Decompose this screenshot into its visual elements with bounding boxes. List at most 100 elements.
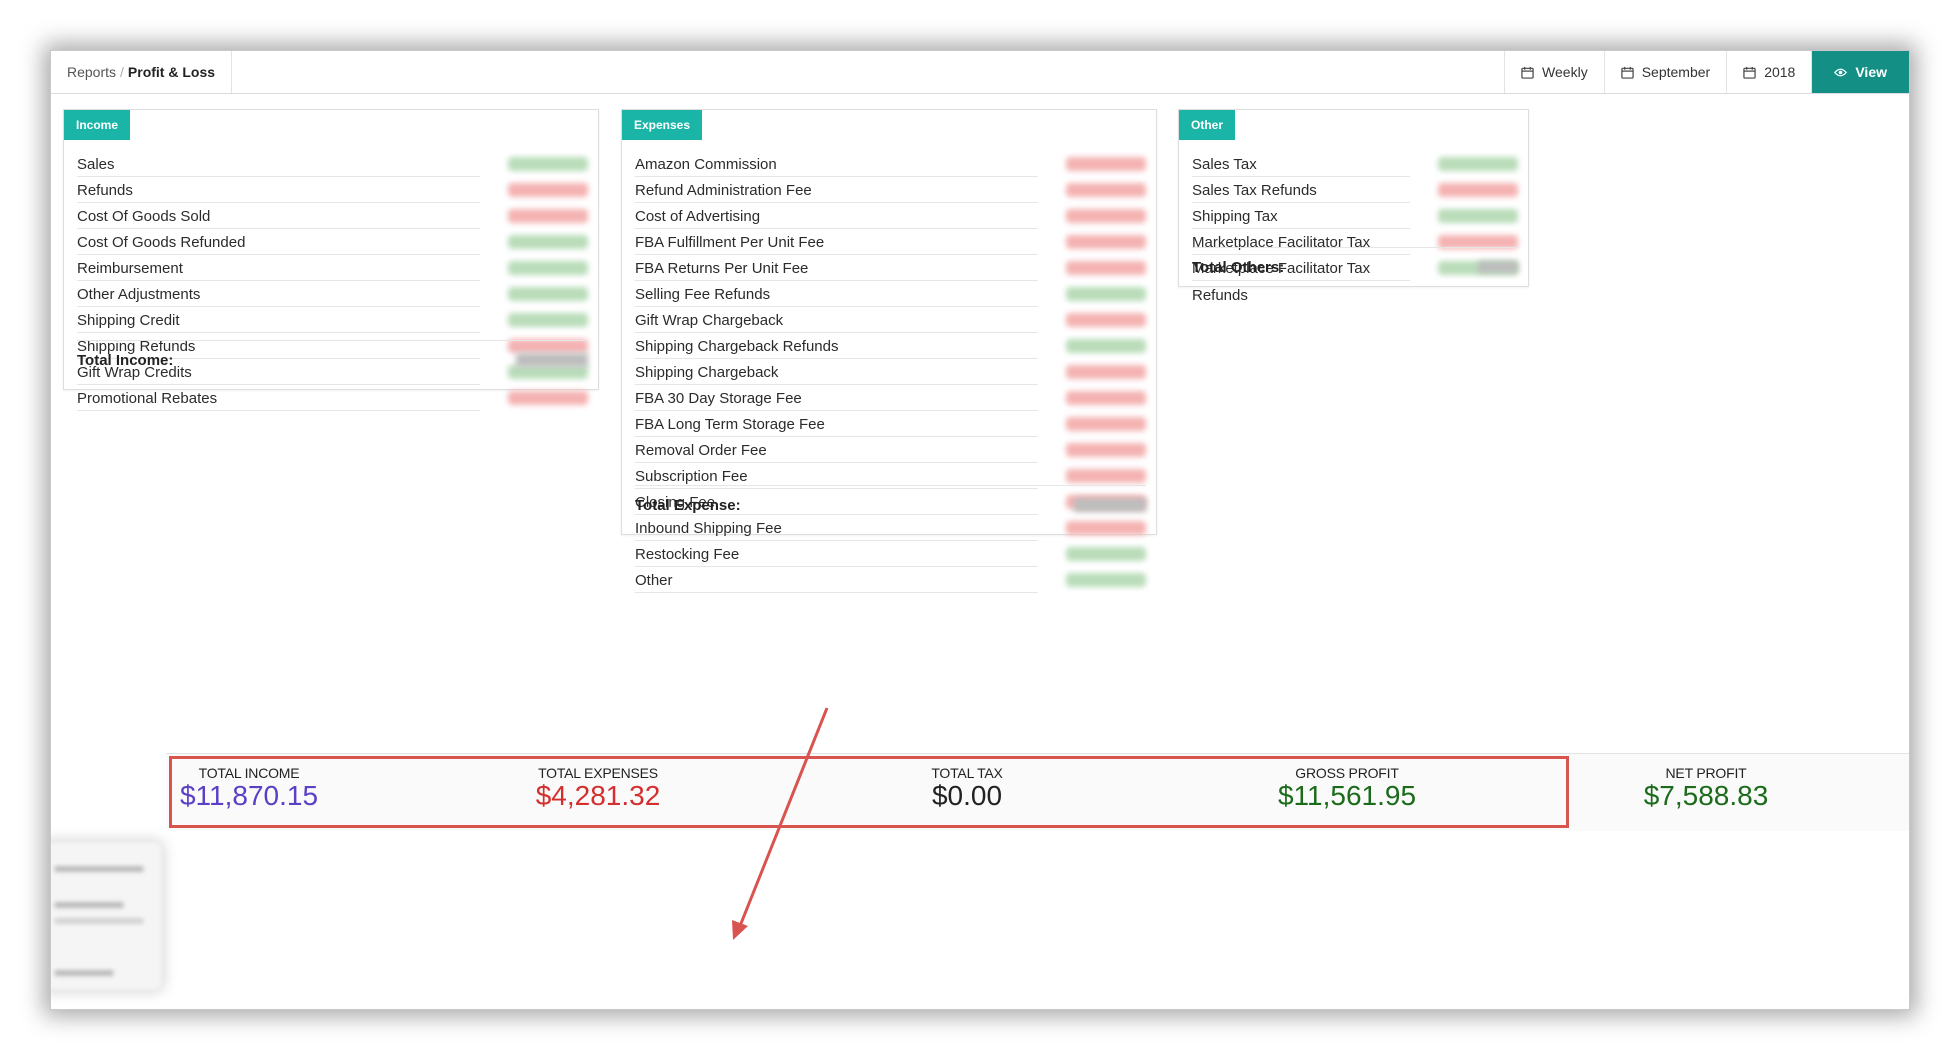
list-item-label: Refunds xyxy=(77,177,480,203)
total-expenses-stat-label: TOTAL EXPENSES xyxy=(538,765,658,781)
list-item: Gift Wrap Chargeback xyxy=(635,307,1146,333)
list-item: Reimbursement xyxy=(77,255,588,281)
total-income-stat-label: TOTAL INCOME xyxy=(198,765,300,781)
list-item: Cost of Advertising xyxy=(635,203,1146,229)
list-item-value-redacted xyxy=(508,183,588,197)
list-item-label: Shipping Credit xyxy=(77,307,480,333)
year-label: 2018 xyxy=(1764,64,1796,80)
list-item: Other Adjustments xyxy=(77,281,588,307)
list-item: Refund Administration Fee xyxy=(635,177,1146,203)
total-expense-value xyxy=(1074,498,1146,512)
breadcrumb: Reports / Profit & Loss xyxy=(51,51,233,93)
list-item: Marketplace Facilitator Tax xyxy=(1192,229,1518,255)
list-item-value-redacted xyxy=(1066,521,1146,535)
calendar-icon xyxy=(1621,66,1634,79)
breadcrumb-reports-link[interactable]: Reports xyxy=(67,64,116,80)
list-item-value-redacted xyxy=(1066,469,1146,483)
list-item: Cost Of Goods Refunded xyxy=(77,229,588,255)
report-toolbar: Weekly September 2018 View xyxy=(1504,51,1909,93)
list-item-label: Amazon Commission xyxy=(635,151,1038,177)
net-profit-stat: NET PROFIT $7,588.83 xyxy=(1631,765,1781,811)
month-selector[interactable]: September xyxy=(1603,51,1727,93)
list-item-value-redacted xyxy=(1066,573,1146,587)
list-item-value-redacted xyxy=(1066,417,1146,431)
list-item-label: Restocking Fee xyxy=(635,541,1038,567)
list-item-label: Gift Wrap Chargeback xyxy=(635,307,1038,333)
expenses-tag: Expenses xyxy=(622,110,703,140)
top-bar: Reports / Profit & Loss Weekly September… xyxy=(51,51,1909,94)
list-item-label: Marketplace Facilitator Tax xyxy=(1192,229,1410,255)
list-item-label: Cost of Advertising xyxy=(635,203,1038,229)
income-tag: Income xyxy=(64,110,131,140)
total-income-row: Total Income: xyxy=(77,340,588,374)
list-item-label: FBA Fulfillment Per Unit Fee xyxy=(635,229,1038,255)
other-panel: Other Sales Tax Sales Tax Refunds Shipping… xyxy=(1178,109,1529,304)
list-item-value-redacted xyxy=(1066,365,1146,379)
total-income-stat-value: $11,870.15 xyxy=(179,780,319,811)
list-item-value-redacted xyxy=(508,391,588,405)
list-item-value-redacted xyxy=(1066,157,1146,171)
total-others-row: Total Others: xyxy=(1192,247,1518,281)
list-item: FBA Fulfillment Per Unit Fee xyxy=(635,229,1146,255)
list-item-label: Removal Order Fee xyxy=(635,437,1038,463)
calendar-icon xyxy=(1521,66,1534,79)
list-item-value-redacted xyxy=(508,235,588,249)
list-item: Other xyxy=(635,567,1146,593)
net-profit-stat-value: $7,588.83 xyxy=(1643,780,1769,811)
list-item-label: Refund Administration Fee xyxy=(635,177,1038,203)
expenses-list: Amazon Commission Refund Administration F… xyxy=(635,151,1146,593)
total-others-value xyxy=(1478,261,1518,273)
income-panel: Income Sales Refunds Cost Of Goods Sold Cos… xyxy=(63,109,599,411)
list-item: Shipping Credit xyxy=(77,307,588,333)
list-item-value-redacted xyxy=(1066,235,1146,249)
list-item: Promotional Rebates xyxy=(77,385,588,411)
month-label: September xyxy=(1641,64,1711,80)
total-tax-stat-label: TOTAL TAX xyxy=(931,765,1003,781)
net-profit-stat-label: NET PROFIT xyxy=(1665,765,1747,781)
list-item: Sales Tax Refunds xyxy=(1192,177,1518,203)
breadcrumb-current: Profit & Loss xyxy=(127,64,216,80)
divider xyxy=(635,485,1146,486)
calendar-icon xyxy=(1743,66,1756,79)
list-item-label: Cost Of Goods Sold xyxy=(77,203,480,229)
list-item: Sales Tax xyxy=(1192,151,1518,177)
period-label: Weekly xyxy=(1542,64,1588,80)
list-item-value-redacted xyxy=(508,287,588,301)
list-item-label: FBA Long Term Storage Fee xyxy=(635,411,1038,437)
app-window: Reports / Profit & Loss Weekly September… xyxy=(50,50,1910,1010)
list-item-value-redacted xyxy=(508,157,588,171)
total-income-value xyxy=(516,353,588,367)
list-item-value-redacted xyxy=(1438,157,1518,171)
list-item-label: Cost Of Goods Refunded xyxy=(77,229,480,255)
list-item: Restocking Fee xyxy=(635,541,1146,567)
other-tag: Other xyxy=(1179,110,1236,140)
divider xyxy=(77,340,588,341)
gross-profit-stat-value: $11,561.95 xyxy=(1277,780,1417,811)
list-item-label: Promotional Rebates xyxy=(77,385,480,411)
year-selector[interactable]: 2018 xyxy=(1726,51,1812,93)
list-item-value-redacted xyxy=(1066,443,1146,457)
period-selector[interactable]: Weekly xyxy=(1504,51,1604,93)
list-item: Shipping Tax xyxy=(1192,203,1518,229)
list-item-value-redacted xyxy=(508,313,588,327)
list-item: Shipping Chargeback Refunds xyxy=(635,333,1146,359)
list-item-value-redacted xyxy=(1066,209,1146,223)
list-item: FBA Long Term Storage Fee xyxy=(635,411,1146,437)
list-item-value-redacted xyxy=(1438,183,1518,197)
total-expense-row: Total Expense: xyxy=(635,485,1146,519)
list-item-label: FBA 30 Day Storage Fee xyxy=(635,385,1038,411)
list-item-value-redacted xyxy=(1066,261,1146,275)
view-button[interactable]: View xyxy=(1811,51,1909,93)
list-item-value-redacted xyxy=(1066,391,1146,405)
list-item-label: Sales Tax xyxy=(1192,151,1410,177)
list-item-label: Selling Fee Refunds xyxy=(635,281,1038,307)
list-item: FBA Returns Per Unit Fee xyxy=(635,255,1146,281)
expenses-panel: Expenses Amazon Commission Refund Adminis… xyxy=(621,109,1157,593)
total-others-label: Total Others: xyxy=(1192,258,1285,276)
list-item-value-redacted xyxy=(1066,183,1146,197)
total-expenses-stat: TOTAL EXPENSES $4,281.32 xyxy=(523,765,673,811)
list-item-label: Sales Tax Refunds xyxy=(1192,177,1410,203)
list-item-label: Shipping Chargeback Refunds xyxy=(635,333,1038,359)
list-item-label: Other Adjustments xyxy=(77,281,480,307)
blurred-popup xyxy=(51,841,163,991)
